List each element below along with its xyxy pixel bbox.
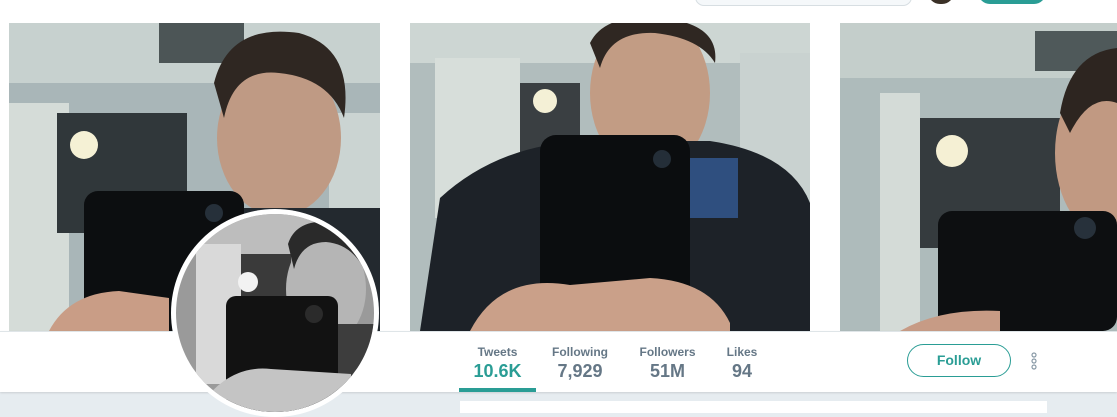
tweets-stat[interactable]: Tweets 10.6K [459,332,536,392]
tweets-count: 10.6K [473,361,522,381]
banner-photo-3 [840,23,1117,331]
search-box[interactable] [695,0,912,6]
followers-stat[interactable]: Followers 51M [634,332,701,392]
banner-photo-2 [410,23,810,331]
followers-count: 51M [649,361,685,381]
more-options-icon[interactable] [1026,349,1042,373]
following-stat[interactable]: Following 7,929 [546,332,614,392]
following-count: 7,929 [557,361,603,381]
likes-label: Likes [726,345,758,359]
followers-label: Followers [639,345,696,359]
account-avatar-icon[interactable] [928,0,954,4]
active-tab-indicator [459,388,536,392]
likes-stat[interactable]: Likes 94 [718,332,766,392]
likes-count: 94 [731,361,753,381]
timeline-card [460,401,1047,413]
following-label: Following [552,345,608,359]
profile-avatar[interactable] [171,209,379,417]
header-banner [0,12,1117,332]
tweet-button[interactable] [978,0,1046,4]
profile-navigation: Tweets 10.6K Following 7,929 Followers 5… [0,331,1117,392]
tweets-label: Tweets [477,345,518,359]
follow-button[interactable]: Follow [907,344,1011,377]
